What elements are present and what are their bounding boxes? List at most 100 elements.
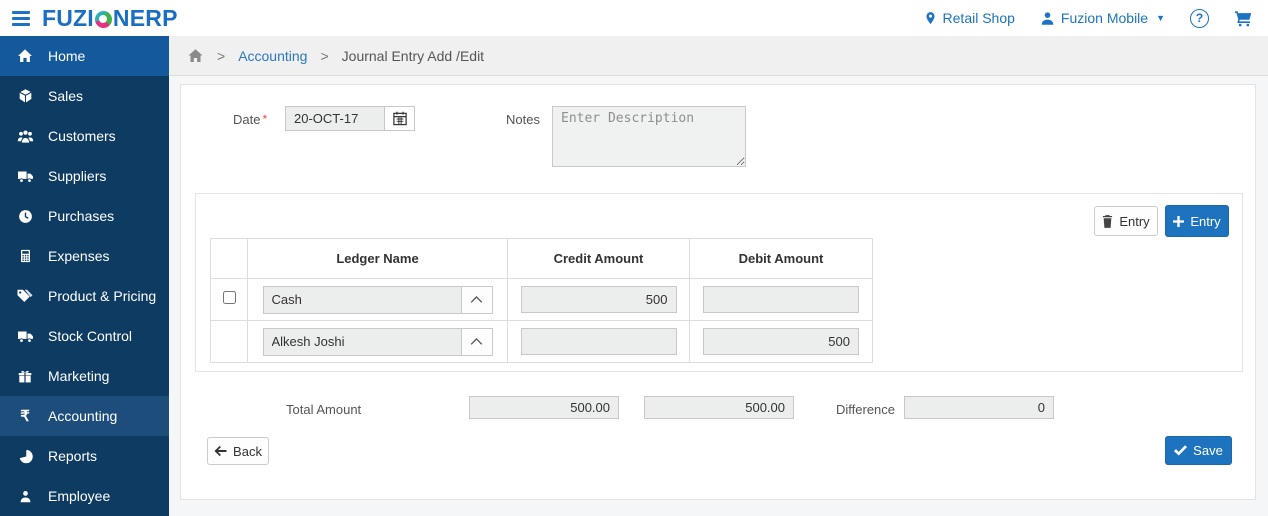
ledger-dropdown-button[interactable] [461,328,493,356]
store-selector[interactable]: Retail Shop [924,10,1015,26]
arrow-left-icon [214,445,227,457]
credit-amount-input[interactable] [521,328,677,355]
app-logo[interactable]: FUZI NERP [42,5,178,32]
table-header-row: Ledger Name Credit Amount Debit Amount [211,239,873,279]
truck-icon [15,169,35,184]
logo-text-left: FUZI [42,5,94,32]
ledger-name-cell [248,321,508,363]
sidebar-item-label: Suppliers [48,168,106,184]
sidebar-item-label: Home [48,48,85,64]
main-content: > Accounting > Journal Entry Add /Edit D… [169,36,1268,516]
hamburger-menu-icon[interactable] [10,8,36,28]
calculator-icon [15,248,35,264]
rupee-icon: ₹ [15,407,35,425]
sidebar-item-label: Stock Control [48,328,132,344]
debit-amount-cell [690,321,873,363]
sidebar-item-label: Marketing [48,368,109,384]
breadcrumb-separator: > [320,48,328,64]
ledger-name-input[interactable] [263,286,462,314]
journal-entry-panel: Date* Notes Entry E [180,84,1256,500]
sidebar-item-label: Purchases [48,208,114,224]
save-label: Save [1193,443,1223,458]
location-pin-icon [924,10,937,26]
cube-icon [15,88,35,104]
sidebar-item-product-pricing[interactable]: Product & Pricing [0,276,169,316]
calendar-icon [392,111,408,126]
sidebar-item-label: Customers [48,128,116,144]
plus-icon [1173,216,1184,227]
sidebar-nav: Home Sales Customers Suppliers Purchases… [0,36,169,516]
cart-button[interactable] [1234,10,1253,27]
home-icon [15,48,35,64]
date-label: Date* [233,112,267,127]
credit-amount-cell [508,321,690,363]
row-checkbox[interactable] [223,291,236,304]
sidebar-item-marketing[interactable]: Marketing [0,356,169,396]
sidebar-item-label: Expenses [48,248,109,264]
sidebar-item-label: Product & Pricing [48,288,156,304]
select-column-header [211,239,248,279]
breadcrumb-home-icon[interactable] [187,48,204,64]
tags-icon [15,289,35,304]
pie-chart-icon [15,449,35,464]
difference-input [904,396,1054,419]
add-entry-button[interactable]: Entry [1165,205,1229,237]
date-input[interactable] [285,106,385,131]
debit-total-input [644,396,794,419]
date-field-group [285,106,415,131]
sidebar-item-sales[interactable]: Sales [0,76,169,116]
users-icon [15,129,35,144]
table-row [211,279,873,321]
debit-amount-cell [690,279,873,321]
ledger-name-input[interactable] [263,328,462,356]
sidebar-item-home[interactable]: Home [0,36,169,76]
ledger-name-cell [248,279,508,321]
gift-icon [15,369,35,384]
save-button[interactable]: Save [1165,436,1232,465]
user-label: Fuzion Mobile [1061,10,1148,26]
user-menu[interactable]: Fuzion Mobile ▼ [1040,10,1165,26]
credit-amount-input[interactable] [521,286,677,313]
sidebar-item-suppliers[interactable]: Suppliers [0,156,169,196]
breadcrumb-link-accounting[interactable]: Accounting [238,48,307,64]
difference-label: Difference [836,402,895,417]
credit-amount-cell [508,279,690,321]
help-button[interactable]: ? [1190,9,1209,28]
row-select-cell [211,279,248,321]
sidebar-item-expenses[interactable]: Expenses [0,236,169,276]
sidebar-item-label: Accounting [48,408,117,424]
sidebar-item-reports[interactable]: Reports [0,436,169,476]
debit-amount-input[interactable] [703,328,859,355]
question-mark-icon: ? [1196,11,1203,25]
ledger-dropdown-button[interactable] [461,286,493,314]
trash-icon [1102,215,1113,228]
chevron-up-icon [470,295,483,304]
calendar-button[interactable] [384,106,415,131]
top-bar: FUZI NERP Retail Shop Fuzion Mobile ▼ ? [0,0,1268,36]
breadcrumb-current-page: Journal Entry Add /Edit [342,48,484,64]
journal-lines-section: Entry Entry Ledger Name Credit Amount De… [195,193,1243,372]
notes-textarea[interactable] [552,106,746,167]
sidebar-item-customers[interactable]: Customers [0,116,169,156]
sidebar-item-stock-control[interactable]: Stock Control [0,316,169,356]
ledger-combobox [263,328,493,356]
sidebar-item-accounting[interactable]: ₹ Accounting [0,396,169,436]
sidebar-item-employee[interactable]: Employee [0,476,169,516]
sidebar-item-label: Sales [48,88,83,104]
ledger-name-header: Ledger Name [248,239,508,279]
debit-amount-header: Debit Amount [690,239,873,279]
breadcrumb-separator: > [217,48,225,64]
back-label: Back [233,444,262,459]
credit-total-input [469,396,619,419]
back-button[interactable]: Back [207,437,269,465]
credit-amount-header: Credit Amount [508,239,690,279]
delete-entry-button[interactable]: Entry [1094,206,1158,236]
user-icon [15,489,35,504]
logo-text-right: NERP [113,5,178,32]
required-asterisk: * [262,112,267,126]
sidebar-item-purchases[interactable]: Purchases [0,196,169,236]
topbar-right-group: Retail Shop Fuzion Mobile ▼ ? [924,9,1268,28]
sidebar-item-label: Employee [48,488,110,504]
table-row [211,321,873,363]
debit-amount-input[interactable] [703,286,859,313]
